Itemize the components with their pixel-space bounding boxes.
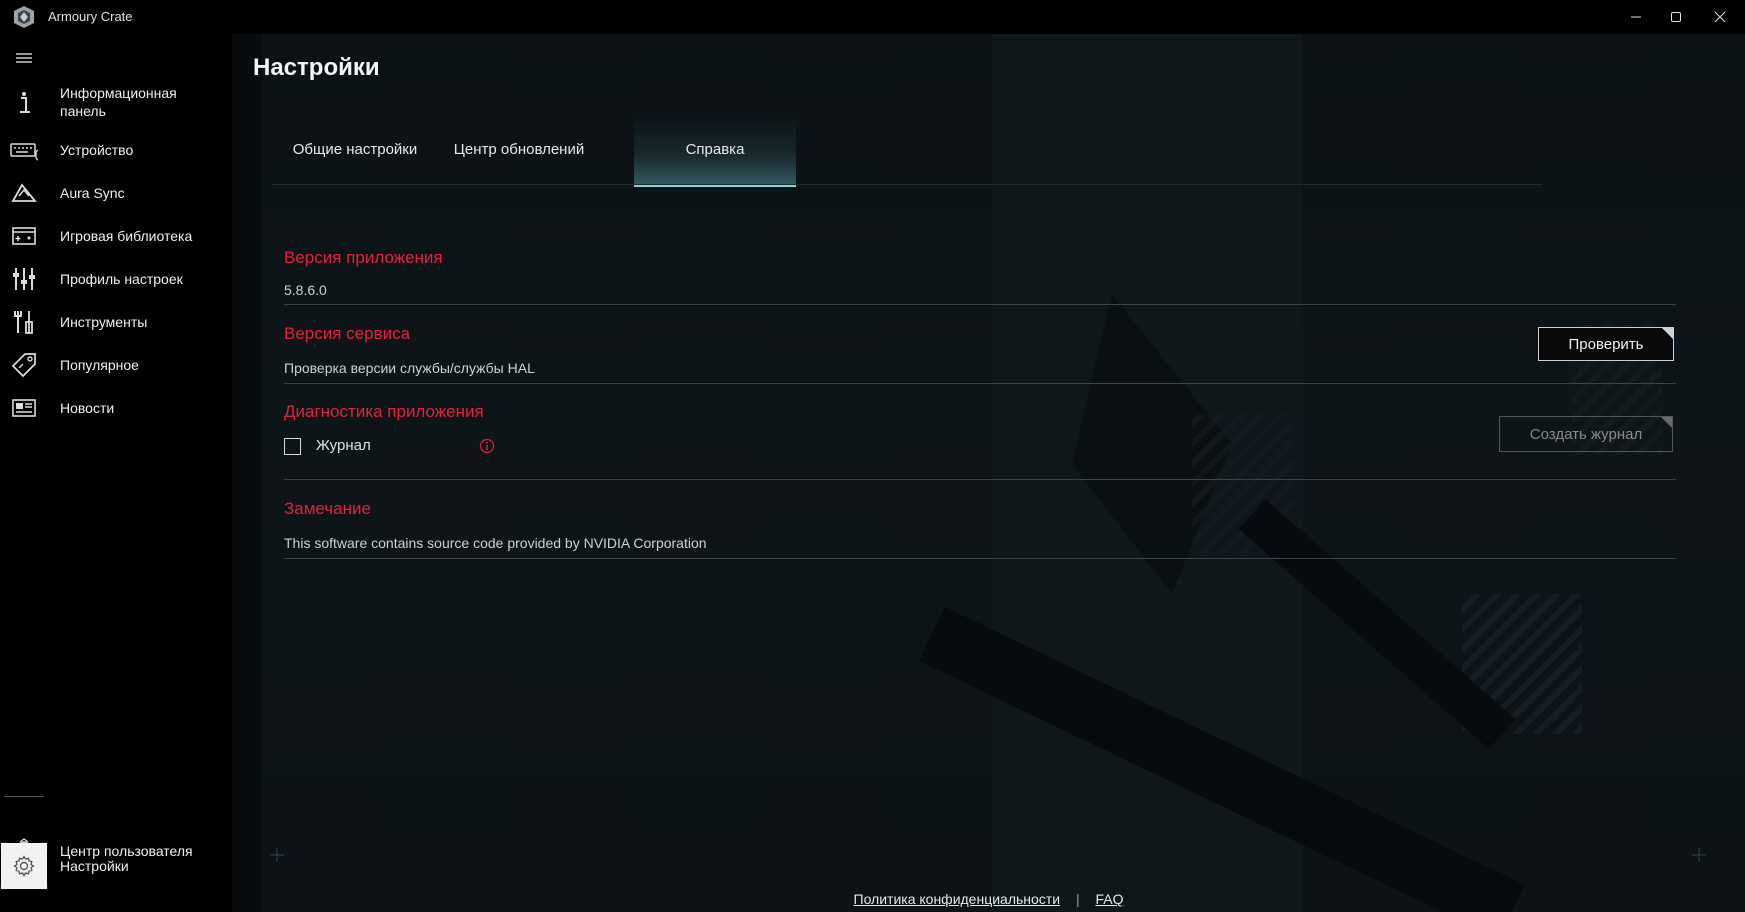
maximize-button[interactable] [1653, 0, 1699, 34]
corner-mark [41, 842, 48, 849]
tabs-divider [272, 184, 1542, 185]
crosshair-mark [1692, 848, 1706, 862]
corner-mark [41, 883, 48, 890]
aura-icon [10, 179, 38, 207]
sidebar-item-tools[interactable]: Инструменты [0, 304, 232, 340]
maximize-icon [1670, 11, 1682, 23]
faq-link[interactable]: FAQ [1095, 891, 1123, 907]
button-corner-mark [1661, 417, 1672, 428]
title-bar: Armoury Crate [0, 0, 1745, 34]
sidebar-item-label: Новости [60, 400, 115, 416]
sidebar-item-label: Настройки [60, 858, 129, 874]
gear-icon [12, 854, 36, 883]
crosshair-mark [270, 848, 284, 862]
sidebar-item-label: Популярное [60, 357, 139, 373]
sidebar-item-device[interactable]: Устройство [0, 132, 232, 168]
hamburger-icon[interactable] [12, 48, 36, 68]
tab-label: Справка [685, 141, 745, 158]
app-version-value: 5.8.6.0 [284, 282, 327, 298]
gamepad-library-icon [10, 222, 38, 250]
create-log-button[interactable]: Создать журнал [1499, 416, 1673, 452]
sidebar-item-label: Игровая библиотека [60, 228, 193, 244]
create-log-button-label: Создать журнал [1529, 425, 1643, 443]
info-icon [10, 88, 38, 116]
tab-help[interactable]: Справка [634, 114, 796, 187]
tab-label: Центр обновлений [453, 141, 585, 158]
section-divider [284, 304, 1676, 305]
tab-general-settings[interactable]: Общие настройки [272, 114, 438, 185]
app-window: Armoury Crate Информационная панель Устр… [0, 0, 1745, 912]
news-icon [10, 394, 38, 422]
info-circle-icon[interactable] [479, 438, 495, 454]
corner-mark [0, 842, 7, 849]
service-version-text: Проверка версии службы/службы HAL [284, 360, 535, 376]
log-checkbox-label[interactable]: Журнал [316, 437, 371, 454]
sidebar-item-featured[interactable]: Популярное [0, 347, 232, 383]
check-button-label: Проверить [1568, 335, 1644, 353]
sidebar-item-label: Aura Sync [60, 185, 125, 201]
sidebar-item-dashboard[interactable]: Информационная панель [0, 82, 232, 122]
minimize-icon [1630, 11, 1642, 23]
section-divider [284, 558, 1676, 559]
privacy-policy-link[interactable]: Политика конфиденциальности [854, 891, 1061, 907]
note-text: This software contains source code provi… [284, 535, 707, 551]
tab-label: Общие настройки [292, 141, 418, 158]
sidebar-item-settings[interactable]: Настройки [0, 842, 232, 890]
sidebar: Информационная панель Устройство Aura Sy… [0, 34, 232, 912]
corner-mark [0, 883, 7, 890]
footer: Политика конфиденциальности | FAQ [232, 891, 1745, 912]
keyboard-icon [10, 136, 38, 164]
section-divider [284, 479, 1676, 480]
tab-bar: Общие настройки Центр обновлений Справка [272, 114, 1542, 187]
service-version-title: Версия сервиса [284, 324, 411, 343]
log-checkbox[interactable] [284, 438, 301, 455]
main-content: Настройки Общие настройки Центр обновлен… [232, 34, 1745, 912]
sidebar-item-scenario-profiles[interactable]: Профиль настроек [0, 261, 232, 297]
sidebar-item-label: Инструменты [60, 314, 148, 330]
button-corner-mark [1662, 328, 1673, 339]
rog-logo-icon [12, 5, 36, 29]
tools-icon [10, 308, 38, 336]
diagnostics-title: Диагностика приложения [284, 402, 484, 421]
tab-update-center[interactable]: Центр обновлений [438, 114, 600, 185]
page-title: Настройки [253, 54, 380, 81]
app-version-title: Версия приложения [284, 248, 443, 267]
close-icon [1714, 11, 1726, 23]
check-button[interactable]: Проверить [1538, 327, 1674, 361]
note-title: Замечание [284, 499, 371, 518]
sidebar-item-label: Устройство [60, 142, 134, 158]
close-button[interactable] [1697, 0, 1743, 34]
app-title: Armoury Crate [48, 9, 133, 24]
footer-separator: | [1075, 891, 1080, 907]
settings-active-indicator [0, 842, 48, 890]
section-divider [284, 383, 1676, 384]
sidebar-item-label: Информационная панель [60, 85, 177, 119]
sliders-icon [10, 265, 38, 293]
sidebar-item-game-library[interactable]: Игровая библиотека [0, 218, 232, 254]
sidebar-item-news[interactable]: Новости [0, 390, 232, 426]
tag-icon [10, 351, 38, 379]
sidebar-item-aura-sync[interactable]: Aura Sync [0, 175, 232, 211]
sidebar-divider [4, 796, 44, 797]
sidebar-item-label: Профиль настроек [60, 271, 183, 287]
